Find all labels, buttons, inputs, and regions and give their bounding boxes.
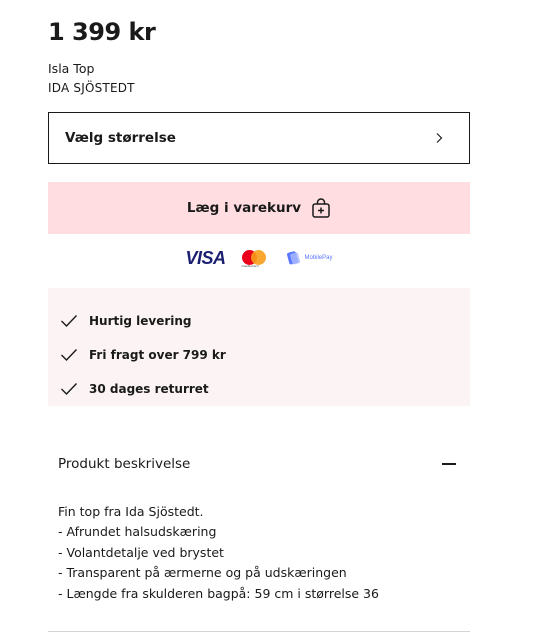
description-line: - Længde fra skulderen bagpå: 59 cm i st…	[58, 585, 379, 601]
add-to-cart-button[interactable]: Læg i varekurv	[48, 182, 470, 234]
description-accordion-header[interactable]: Produkt beskrivelse	[48, 446, 470, 482]
product-brand[interactable]: IDA SJÖSTEDT	[48, 81, 135, 95]
mobilepay-icon	[286, 250, 302, 266]
benefit-item: 30 dages returret	[48, 372, 470, 406]
size-select[interactable]: Vælg størrelse	[48, 112, 470, 164]
description-title: Produkt beskrivelse	[58, 456, 191, 472]
check-icon	[60, 382, 78, 396]
add-to-cart-label: Læg i varekurv	[186, 200, 302, 216]
benefits-box: Hurtig levering Fri fragt over 799 kr 30…	[48, 288, 470, 406]
mastercard-logo: mastercard	[241, 250, 266, 268]
description-body: Fin top fra Ida Sjöstedt. - Afrundet hal…	[58, 502, 470, 604]
mobilepay-logo: MobilePay	[286, 250, 333, 266]
check-icon	[60, 348, 78, 362]
mobilepay-text: MobilePay	[304, 255, 333, 261]
check-icon	[60, 314, 78, 328]
size-select-label: Vælg størrelse	[65, 130, 176, 146]
minus-icon	[442, 463, 456, 465]
benefit-item: Hurtig levering	[48, 304, 470, 338]
section-divider	[48, 631, 470, 632]
chevron-right-icon	[433, 132, 445, 144]
benefit-text: Fri fragt over 799 kr	[89, 348, 226, 362]
product-price: 1 399 kr	[48, 18, 156, 46]
shopping-bag-plus-icon	[311, 197, 331, 219]
benefit-item: Fri fragt over 799 kr	[48, 338, 470, 372]
payment-methods: VISA mastercard MobilePay	[0, 246, 518, 270]
description-line: - Afrundet halsudskæring	[58, 524, 217, 540]
product-name: Isla Top	[48, 61, 95, 76]
mastercard-text: mastercard	[241, 264, 259, 268]
description-line: - Volantdetalje ved brystet	[58, 544, 224, 560]
visa-logo: VISA	[185, 247, 226, 268]
description-line: Fin top fra Ida Sjöstedt.	[58, 504, 204, 519]
benefit-text: Hurtig levering	[89, 314, 192, 328]
description-line: - Transparent på ærmerne og på udskæring…	[58, 565, 347, 581]
benefit-text: 30 dages returret	[89, 382, 209, 396]
